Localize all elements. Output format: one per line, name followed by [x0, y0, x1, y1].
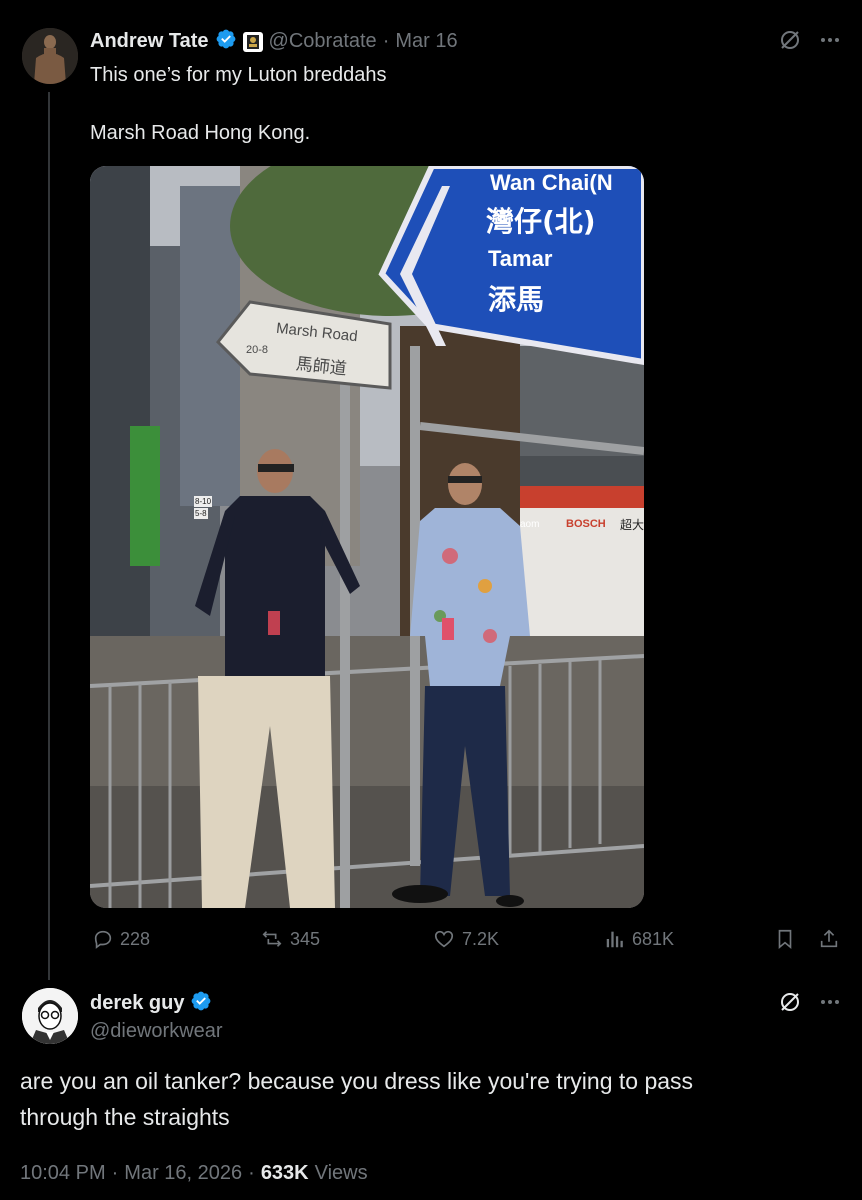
views-button[interactable]: 681K — [604, 928, 674, 950]
small-sign-2: 5-8 — [194, 508, 208, 519]
repost-count: 345 — [290, 928, 321, 949]
heart-icon — [434, 930, 454, 948]
more-options-icon[interactable] — [818, 28, 842, 52]
sign-main-line3: Tamar — [488, 246, 553, 271]
reply-author-handle[interactable]: @dieworkwear — [90, 1020, 223, 1043]
reply-views-count: 633K — [260, 1162, 309, 1184]
tweet-date[interactable]: Mar 16 — [395, 30, 457, 53]
tweet-text-line1: This one’s for my Luton breddahs — [90, 64, 387, 86]
repost-button[interactable]: 345 — [260, 928, 320, 950]
reply-grok-icon[interactable] — [778, 990, 802, 1014]
reply-time[interactable]: 10:04 PM — [20, 1162, 106, 1185]
author-handle[interactable]: @Cobratate — [269, 30, 377, 53]
verified-badge-icon — [215, 28, 237, 55]
bus-ad2: 超大 — [620, 518, 644, 532]
reply-text-line2: through the straights — [20, 1104, 230, 1130]
share-icon[interactable] — [818, 928, 840, 955]
author-name[interactable]: Andrew Tate — [90, 30, 209, 53]
sign-street-num: 20-8 — [246, 344, 269, 356]
bus-ad: BOSCH — [566, 518, 606, 530]
reply-button[interactable]: 228 — [92, 928, 150, 950]
tweet-header: Andrew Tate @Cobratate · Mar 16 — [90, 28, 458, 55]
reply-author-name[interactable]: derek guy — [90, 992, 184, 1015]
author-avatar[interactable] — [22, 28, 78, 84]
reply-icon — [94, 930, 112, 949]
like-button[interactable]: 7.2K — [432, 928, 499, 950]
views-count: 681K — [632, 928, 675, 949]
reply-more-options-icon[interactable] — [818, 990, 842, 1014]
tweet-text-line2: Marsh Road Hong Kong. — [90, 122, 311, 144]
reply-verified-badge-icon — [190, 990, 212, 1017]
tweet-photo[interactable]: Wan Chai(N 灣仔(北) Tamar 添馬 Marsh Road 20-… — [90, 166, 644, 908]
reply-count: 228 — [120, 928, 151, 949]
bookmark-icon[interactable] — [774, 928, 796, 955]
like-count: 7.2K — [462, 928, 500, 949]
reply-author-avatar[interactable] — [22, 988, 78, 1044]
footer-separator-1: · — [111, 1162, 119, 1184]
analytics-icon — [606, 931, 623, 948]
sign-main-line1: Wan Chai(N — [490, 170, 613, 195]
reply-date[interactable]: Mar 16, 2026 — [124, 1162, 242, 1185]
reply-text-line1: are you an oil tanker? because you dress… — [20, 1068, 694, 1094]
thread-line — [48, 92, 50, 980]
reply-views-label: Views — [314, 1162, 368, 1184]
repost-icon — [262, 931, 282, 947]
sign-street-zh: 馬師道 — [294, 354, 348, 380]
bus-brand-partial: aom — [520, 519, 540, 530]
sign-main-line4: 添馬 — [488, 283, 545, 316]
affiliate-badge-icon — [242, 31, 263, 52]
small-sign-1: 8-10 — [194, 496, 213, 507]
reply-footer: 10:04 PM · Mar 16, 2026 · 633K Views — [20, 1162, 368, 1185]
footer-separator-2: · — [248, 1162, 255, 1184]
grok-icon[interactable] — [778, 28, 802, 52]
reply-header: derek guy — [90, 990, 212, 1017]
header-separator: · — [382, 30, 390, 52]
sign-main-line2: 灣仔(北) — [486, 205, 596, 238]
